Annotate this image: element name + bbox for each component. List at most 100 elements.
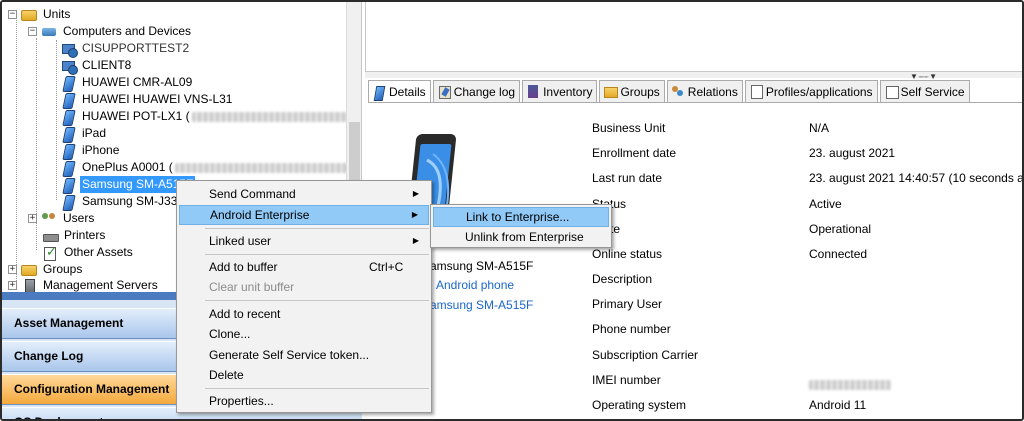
relations-icon (671, 85, 684, 98)
redacted-text (174, 162, 350, 173)
phone-icon (60, 110, 76, 124)
inventory-icon (527, 85, 539, 98)
collapse-icon[interactable]: − (28, 27, 37, 36)
tree-item-device[interactable]: OnePlus A0001 ( (60, 159, 350, 176)
phone-icon (60, 178, 76, 192)
tree-item-computers-and-devices[interactable]: − Computers and Devices (28, 23, 193, 40)
prop-value: 23. august 2021 (809, 146, 896, 160)
tab-change-log[interactable]: Change log (432, 80, 521, 102)
menu-clear-unit-buffer: Clear unit buffer (209, 280, 295, 294)
tab-details[interactable]: Details (368, 80, 431, 103)
tab-relations[interactable]: Relations (666, 80, 743, 102)
tree-item-device[interactable]: CLIENT8 (60, 57, 133, 75)
prop-value: Connected (809, 247, 868, 261)
tab-groups[interactable]: Groups (599, 80, 665, 102)
menu-link-to-enterprise[interactable]: Link to Enterprise... (433, 207, 609, 227)
tree-item-device[interactable]: CISUPPORTTEST2 (60, 40, 191, 58)
menu-android-enterprise[interactable]: Android Enterprise ▶ (179, 205, 429, 225)
tree-item-printers[interactable]: Printers (42, 227, 107, 244)
prop-value: 23. august 2021 14:40:57 (10 seconds ago… (809, 171, 1024, 185)
prop-value: N/A (809, 121, 830, 135)
computer-icon (60, 42, 78, 58)
upper-content-pane (365, 2, 1022, 72)
application-window: − Units − Computers and Devices CISUPPOR… (0, 0, 1024, 421)
menu-add-to-buffer[interactable]: Add to buffer Ctrl+C (179, 257, 429, 277)
units-folder-icon (21, 10, 37, 21)
tree-item-other-assets[interactable]: Other Assets (42, 243, 135, 261)
imei-redacted (809, 375, 891, 393)
context-menu: Send Command ▶ Android Enterprise ▶ Link… (176, 180, 432, 413)
tree-item-device[interactable]: HUAWEI CMR-AL09 (60, 74, 194, 91)
phone-icon (60, 195, 76, 209)
self-service-icon (885, 85, 899, 99)
users-icon (41, 212, 57, 226)
groups-folder-icon (21, 265, 37, 276)
computers-devices-icon (41, 25, 57, 39)
menu-linked-user[interactable]: Linked user ▶ (179, 231, 429, 251)
submenu-arrow-icon: ▶ (411, 210, 418, 219)
phone-icon (60, 161, 76, 175)
prop-value: Android 11 (809, 398, 867, 412)
menu-separator (205, 254, 429, 255)
horizontal-splitter[interactable]: ▼ ∙∙∙∙∙∙∙∙ ▼ (365, 72, 1022, 81)
phone-icon (60, 76, 76, 90)
detail-tabs: Details Change log Inventory Groups Rela… (368, 80, 972, 103)
tab-profiles-applications[interactable]: Profiles/applications (744, 80, 878, 102)
submenu-arrow-icon: ▶ (412, 236, 419, 245)
menu-clone[interactable]: Clone... (179, 324, 429, 344)
tree-item-device[interactable]: iPhone (60, 142, 121, 159)
device-type-link[interactable]: Android phone (436, 278, 514, 292)
phone-icon (60, 144, 76, 158)
prop-label: Operating system (592, 398, 687, 412)
tree-item-management-servers[interactable]: + Management Servers (8, 277, 160, 292)
prop-label: Description (592, 272, 653, 286)
asset-icon (42, 243, 58, 261)
menu-add-to-recent[interactable]: Add to recent (179, 304, 429, 324)
profiles-icon (750, 85, 763, 99)
menu-separator (205, 300, 429, 301)
prop-value: Operational (809, 222, 872, 236)
expand-icon[interactable]: + (8, 265, 17, 274)
menu-send-command[interactable]: Send Command ▶ (179, 184, 429, 204)
submenu-arrow-icon: ▶ (412, 189, 419, 198)
prop-label: Enrollment date (592, 146, 677, 160)
prop-label: Subscription Carrier (592, 348, 699, 362)
device-model-link[interactable]: Samsung SM-A515F (422, 298, 533, 312)
prop-label: Last run date (592, 171, 663, 185)
expand-icon[interactable]: + (28, 214, 37, 223)
android-enterprise-submenu: Link to Enterprise... Unlink from Enterp… (430, 204, 612, 248)
device-name: Samsung SM-A515F (422, 259, 534, 273)
tree-item-users[interactable]: + Users (28, 210, 96, 227)
server-icon (21, 278, 37, 292)
printer-icon (42, 229, 59, 243)
tablet-icon (60, 127, 76, 141)
menu-separator (205, 228, 429, 229)
phone-icon (60, 93, 76, 107)
prop-label: Business Unit (592, 121, 666, 135)
change-log-icon (438, 85, 451, 99)
tree-item-device[interactable]: HUAWEI HUAWEI VNS-L31 (60, 91, 234, 108)
tree-item-units[interactable]: − Units (8, 6, 72, 23)
menu-delete[interactable]: Delete (179, 365, 429, 385)
prop-label: Primary User (592, 297, 663, 311)
tab-self-service[interactable]: Self Service (879, 80, 970, 102)
menu-generate-self-service-token[interactable]: Generate Self Service token... (179, 345, 429, 365)
prop-label: Phone number (592, 322, 671, 336)
phone-icon (373, 86, 385, 99)
computer-icon (60, 59, 78, 75)
prop-value: Active (809, 197, 842, 211)
tree-item-device[interactable]: Samsung SM-J330F (60, 193, 193, 210)
tree-item-groups[interactable]: + Groups (8, 261, 84, 278)
scrollbar-thumb[interactable] (349, 122, 360, 182)
menu-properties[interactable]: Properties... (179, 391, 429, 411)
tab-inventory[interactable]: Inventory (522, 80, 598, 102)
prop-label: IMEI number (592, 373, 661, 387)
groups-icon (604, 85, 619, 98)
expand-icon[interactable]: + (8, 281, 17, 290)
menu-separator (205, 388, 429, 389)
tree-item-device[interactable]: HUAWEI POT-LX1 ( (60, 108, 352, 125)
menu-unlink-from-enterprise[interactable]: Unlink from Enterprise (433, 227, 609, 247)
redacted-text (191, 111, 352, 122)
tree-item-device[interactable]: iPad (60, 125, 108, 142)
collapse-icon[interactable]: − (8, 10, 17, 19)
